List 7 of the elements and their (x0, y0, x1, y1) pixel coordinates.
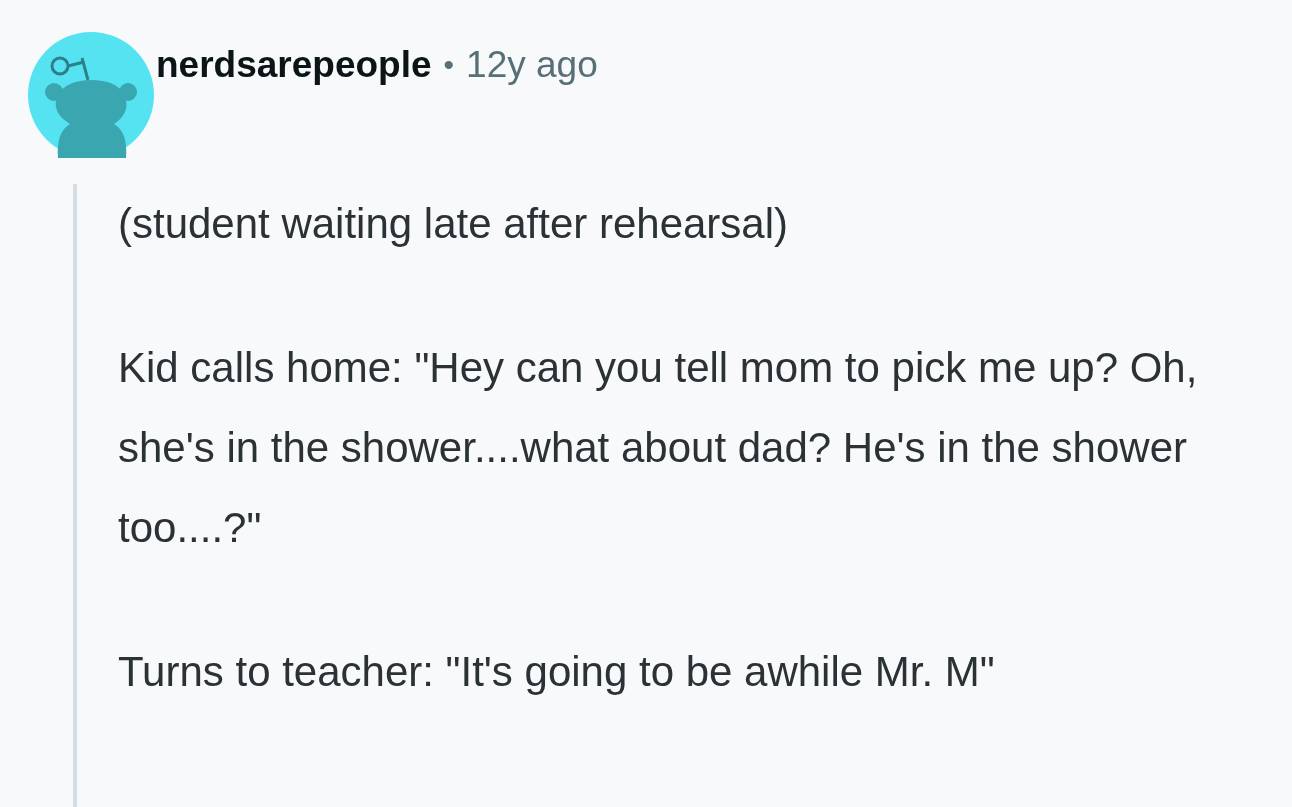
comment-paragraph: Turns to teacher: "It's going to be awhile Mr. M" (118, 647, 996, 697)
comment-paragraph: (student waiting late after rehearsal) (118, 199, 789, 249)
avatar-icon (28, 32, 154, 158)
comment-paragraph: Kid calls home: "Hey can you tell mom to pick me up? Oh, she's in the shower....what about dad? He's in the shower too....?" (118, 343, 1199, 553)
separator-dot: • (443, 48, 455, 82)
timestamp: 12y ago (466, 44, 598, 86)
username[interactable]: nerdsarepeople (156, 44, 432, 86)
